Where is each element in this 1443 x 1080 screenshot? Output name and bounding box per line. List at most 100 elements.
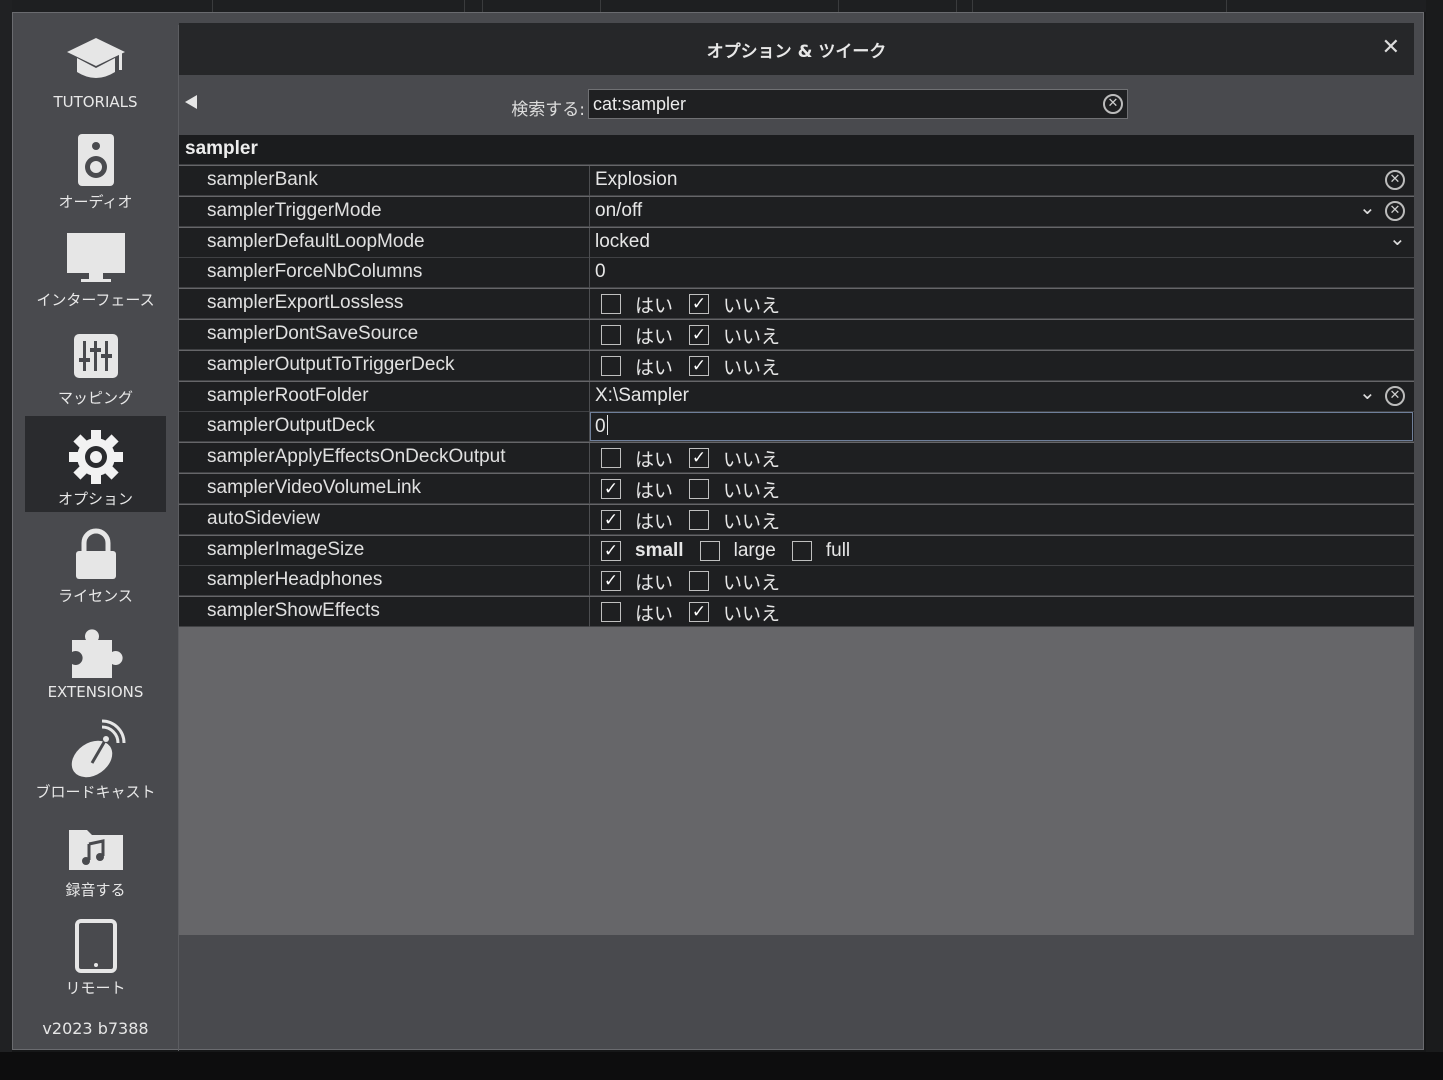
setting-key: samplerOutputToTriggerDeck — [207, 354, 455, 375]
yes-no-toggle: はい ✓ いいえ — [601, 355, 796, 379]
yes-no-toggle: はい ✓ いいえ — [601, 447, 796, 471]
sidebar: TUTORIALS オーディオ インターフェース マッピング オプション ライセンス EXT… — [25, 25, 178, 1051]
checkbox-checked[interactable]: ✓ — [689, 448, 710, 468]
back-arrow-icon[interactable] — [185, 95, 197, 109]
background-strip-top — [0, 0, 1443, 12]
sidebar-item-6[interactable]: EXTENSIONS — [25, 611, 166, 707]
sidebar-item-7[interactable]: ブロードキャスト — [25, 709, 166, 805]
checkbox-unchecked[interactable] — [601, 356, 621, 376]
checkbox-unchecked[interactable] — [601, 448, 621, 468]
checkbox-label: はい — [635, 511, 674, 533]
checkbox-checked[interactable]: ✓ — [601, 479, 621, 499]
sidebar-item-8[interactable]: 録音する — [25, 807, 166, 903]
checkbox-checked[interactable]: ✓ — [601, 541, 621, 561]
setting-key: samplerVideoVolumeLink — [207, 477, 422, 498]
setting-key: samplerOutputDeck — [207, 415, 375, 436]
checkbox-label: いいえ — [723, 511, 781, 533]
setting-row: samplerShowEffects はい ✓ いいえ — [179, 597, 1414, 627]
sidebar-item-9[interactable]: リモート — [25, 905, 166, 1001]
setting-value[interactable]: 0 — [595, 415, 608, 438]
tablet-icon — [25, 915, 166, 977]
monitor-icon — [25, 227, 166, 289]
column-divider — [589, 505, 590, 535]
checkbox-label: はい — [635, 357, 674, 379]
setting-row: samplerHeadphones ✓ はい いいえ — [179, 566, 1414, 596]
setting-value[interactable]: Explosion — [595, 169, 677, 191]
sidebar-item-label: ブロードキャスト — [35, 783, 156, 801]
checkbox-label: はい — [635, 326, 674, 348]
sidebar-item-0[interactable]: TUTORIALS — [25, 21, 166, 117]
checkbox-unchecked[interactable] — [689, 571, 710, 591]
checkbox-unchecked[interactable] — [699, 541, 720, 561]
value-editor[interactable] — [590, 412, 1413, 441]
checkbox-checked[interactable]: ✓ — [601, 571, 621, 591]
checkbox-unchecked[interactable] — [689, 510, 710, 530]
clear-icon[interactable]: ✕ — [1385, 170, 1405, 190]
yes-no-toggle: ✓ はい いいえ — [601, 570, 796, 594]
setting-key: samplerApplyEffectsOnDeckOutput — [207, 446, 506, 467]
sidebar-item-label: オプション — [57, 490, 133, 508]
sidebar-item-label: リモート — [65, 979, 126, 997]
checkbox-checked[interactable]: ✓ — [689, 325, 710, 345]
column-divider — [589, 320, 590, 350]
setting-value[interactable]: on/off — [595, 200, 642, 222]
setting-value[interactable]: 0 — [595, 261, 606, 283]
choice-toggle: ✓ small large full — [601, 540, 866, 562]
yes-no-toggle: はい ✓ いいえ — [601, 324, 796, 348]
gear-icon — [25, 426, 166, 488]
setting-value[interactable]: X:\Sampler — [595, 385, 689, 407]
column-divider — [589, 536, 590, 566]
checkbox-unchecked[interactable] — [601, 325, 621, 345]
setting-key: samplerTriggerMode — [207, 200, 382, 221]
puzzle-icon — [25, 621, 166, 683]
sidebar-item-5[interactable]: ライセンス — [25, 513, 166, 609]
category-title: sampler — [185, 138, 258, 159]
music-folder-icon — [25, 817, 166, 879]
column-divider — [589, 382, 590, 412]
column-divider — [589, 289, 590, 319]
setting-row: samplerOutputToTriggerDeck はい ✓ いいえ — [179, 351, 1414, 381]
checkbox-checked[interactable]: ✓ — [689, 294, 710, 314]
chevron-down-icon[interactable]: ⌄ — [1389, 226, 1406, 250]
column-divider — [589, 197, 590, 227]
search-clear-icon[interactable]: ✕ — [1103, 94, 1123, 114]
sidebar-item-1[interactable]: オーディオ — [25, 119, 166, 215]
checkbox-label: いいえ — [723, 603, 781, 625]
checkbox-unchecked[interactable] — [791, 541, 812, 561]
chevron-down-icon[interactable]: ⌄ — [1359, 380, 1376, 404]
sidebar-item-3[interactable]: マッピング — [25, 315, 166, 411]
settings-table: sampler samplerBank Explosion ✕ samplerTrig… — [179, 135, 1414, 935]
dialog-titlebar: オプション & ツイーク ✕ — [179, 23, 1414, 75]
checkbox-unchecked[interactable] — [689, 479, 710, 499]
checkbox-checked[interactable]: ✓ — [689, 602, 710, 622]
sidebar-item-2[interactable]: インターフェース — [25, 217, 166, 313]
column-divider — [589, 566, 590, 596]
background-strip-bottom — [0, 1052, 1443, 1080]
checkbox-checked[interactable]: ✓ — [601, 510, 621, 530]
column-divider — [589, 166, 590, 196]
sidebar-item-label: 録音する — [65, 881, 126, 899]
dialog-title: オプション & ツイーク — [706, 42, 887, 62]
search-box[interactable]: ✕ — [588, 89, 1128, 119]
setting-row: autoSideview ✓ はい いいえ — [179, 505, 1414, 535]
setting-row: samplerImageSize ✓ small large full — [179, 536, 1414, 566]
checkbox-label: いいえ — [723, 326, 781, 348]
setting-value[interactable]: locked — [595, 231, 650, 253]
checkbox-checked[interactable]: ✓ — [689, 356, 710, 376]
category-header: sampler — [179, 135, 1414, 165]
speaker-icon — [25, 129, 166, 191]
yes-no-toggle: ✓ はい いいえ — [601, 478, 796, 502]
checkbox-label: はい — [635, 480, 674, 502]
checkbox-unchecked[interactable] — [601, 294, 621, 314]
setting-row: samplerVideoVolumeLink ✓ はい いいえ — [179, 474, 1414, 504]
sidebar-item-label: オーディオ — [58, 193, 133, 211]
chevron-down-icon[interactable]: ⌄ — [1359, 195, 1376, 219]
sidebar-item-4[interactable]: オプション — [25, 416, 166, 512]
close-icon[interactable]: ✕ — [1382, 35, 1400, 60]
search-input[interactable] — [593, 92, 1093, 116]
setting-key: samplerDontSaveSource — [207, 323, 419, 344]
clear-icon[interactable]: ✕ — [1385, 201, 1405, 221]
checkbox-unchecked[interactable] — [601, 602, 621, 622]
clear-icon[interactable]: ✕ — [1385, 386, 1405, 406]
yes-no-toggle: はい ✓ いいえ — [601, 293, 796, 317]
